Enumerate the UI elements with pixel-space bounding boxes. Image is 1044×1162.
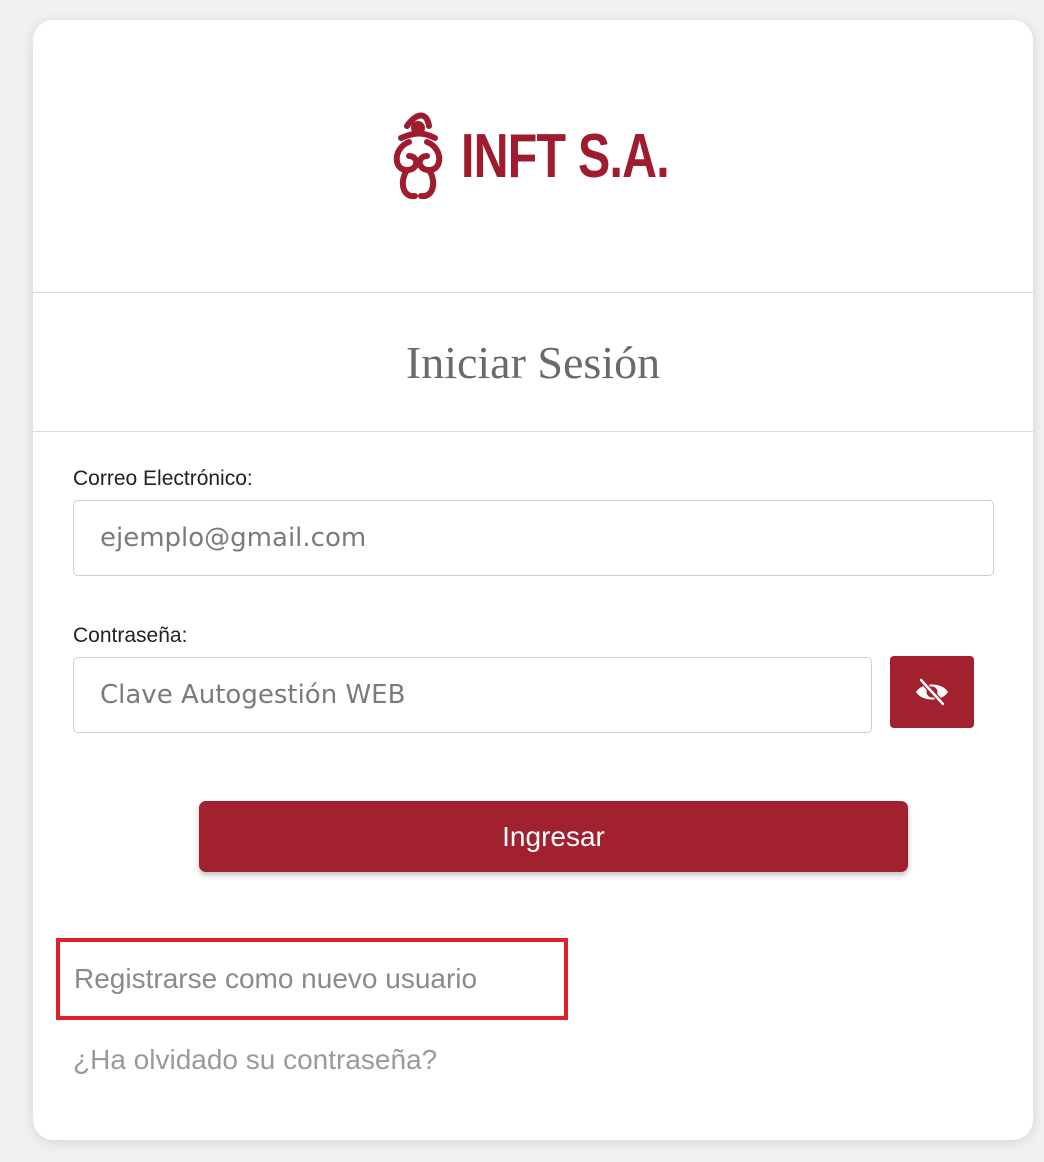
login-button[interactable]: Ingresar [199, 801, 908, 872]
register-link[interactable]: Registrarse como nuevo usuario [74, 963, 477, 995]
email-label: Correo Electrónico: [73, 467, 253, 490]
email-field[interactable] [73, 500, 994, 576]
toggle-password-visibility-button[interactable] [890, 656, 974, 728]
brand-logo: INFT S.A. [33, 20, 1033, 292]
eye-slash-icon [916, 677, 948, 707]
divider [33, 431, 1033, 432]
password-label: Contraseña: [73, 624, 188, 647]
brand-name: INFT S.A. [460, 121, 670, 191]
forgot-password-link[interactable]: ¿Ha olvidado su contraseña? [73, 1044, 437, 1076]
password-field[interactable] [73, 657, 872, 733]
login-card: INFT S.A. Iniciar Sesión Correo Electrón… [33, 20, 1033, 1140]
page-title: Iniciar Sesión [405, 336, 661, 388]
register-highlight-box: Registrarse como nuevo usuario [56, 938, 568, 1020]
brand-emblem-icon [393, 112, 442, 200]
